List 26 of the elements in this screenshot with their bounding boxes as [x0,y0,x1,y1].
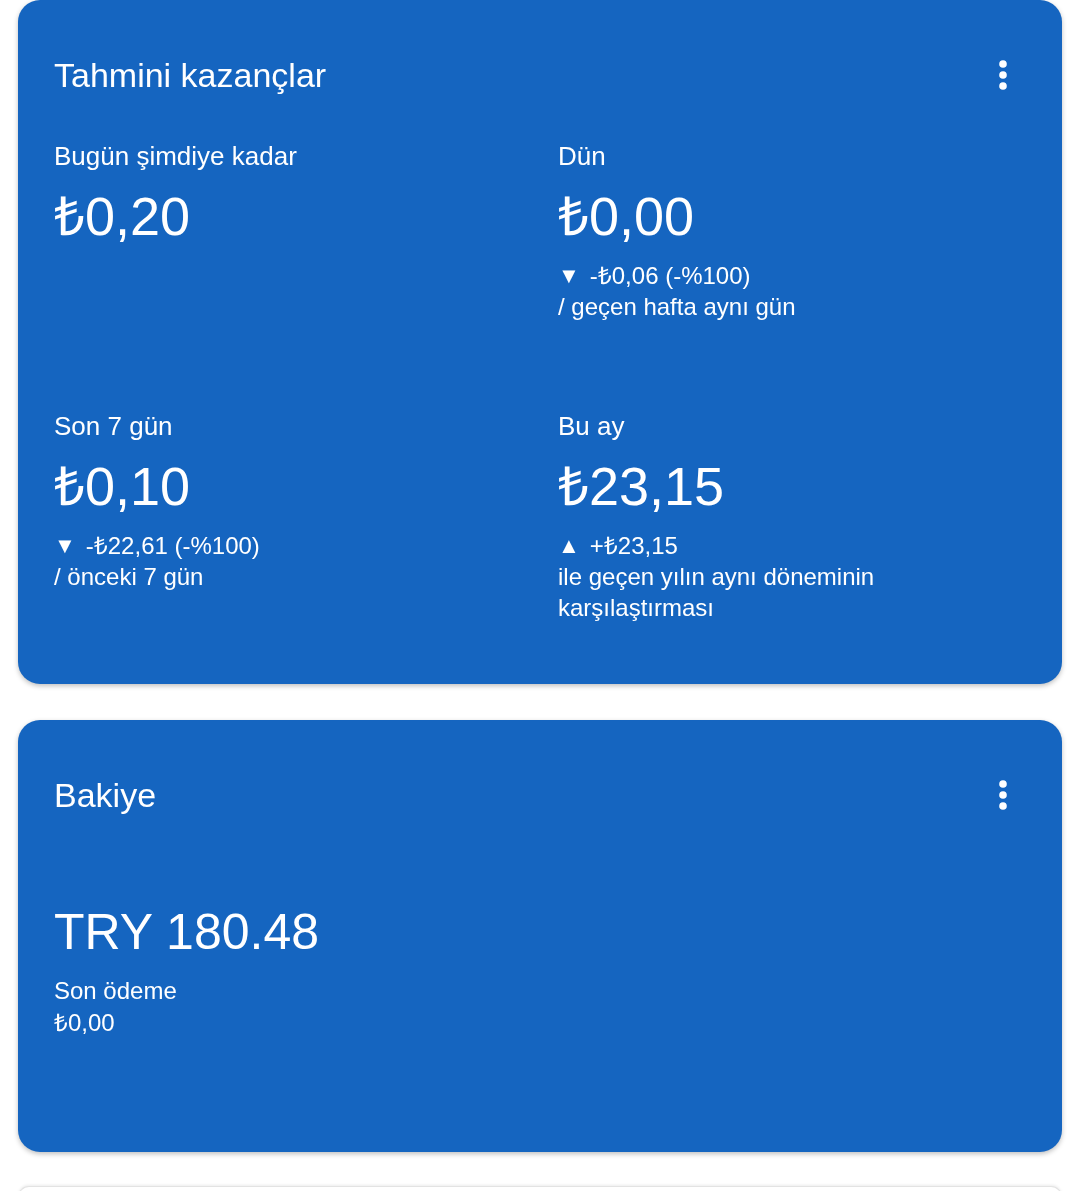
metric-value: ₺0,00 [558,186,695,246]
trend-triangle-icon: ▼ [54,530,76,561]
metric-label: Dün [558,140,606,172]
comparison-text: ile geçen yılın aynı döneminin karşılaştırması [558,562,876,623]
more-icon [999,780,1007,810]
metric-value: ₺0,20 [54,186,191,246]
trend-triangle-icon: ▲ [558,530,580,561]
last-payment-label: Son ödeme [54,976,177,1006]
more-options-button[interactable] [999,780,1007,810]
metric-label: Bugün şimdiye kadar [54,140,297,172]
card-title: Tahmini kazançlar [54,55,327,95]
metric-value: ₺23,15 [558,456,725,516]
more-icon [999,60,1007,90]
metric-label: Son 7 gün [54,410,173,442]
change-amount: -₺22,61 (-%100) [85,531,260,561]
more-options-button[interactable] [999,60,1007,90]
comparison-text: / önceki 7 gün [54,562,204,592]
change-amount: -₺0,06 (-%100) [589,261,751,291]
last-payment-amount: ₺0,00 [54,1008,115,1038]
balance-amount: TRY 180.48 [54,903,319,962]
card-title: Bakiye [54,775,157,815]
change-amount: +₺23,15 [589,531,678,561]
metric-value: ₺0,10 [54,456,191,516]
metric-label: Bu ay [558,410,625,442]
trend-triangle-icon: ▼ [558,260,580,291]
comparison-text: / geçen hafta aynı gün [558,292,796,322]
